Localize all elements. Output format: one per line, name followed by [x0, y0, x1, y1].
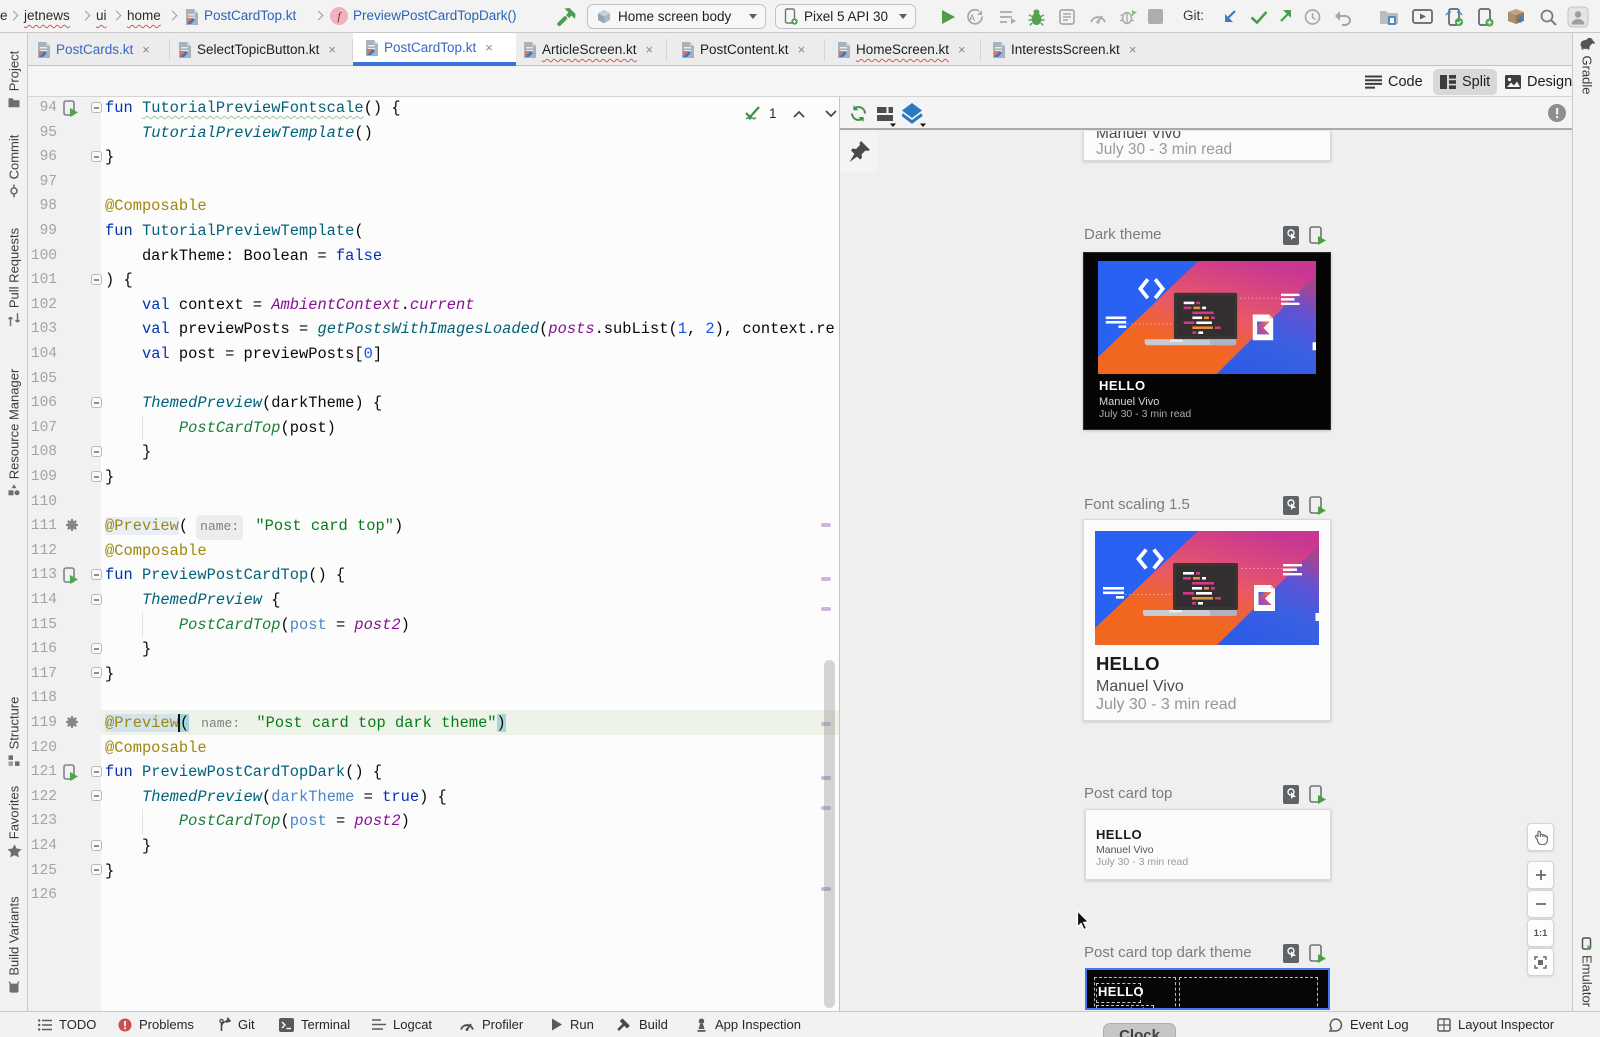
svg-text:A: A: [969, 13, 975, 23]
